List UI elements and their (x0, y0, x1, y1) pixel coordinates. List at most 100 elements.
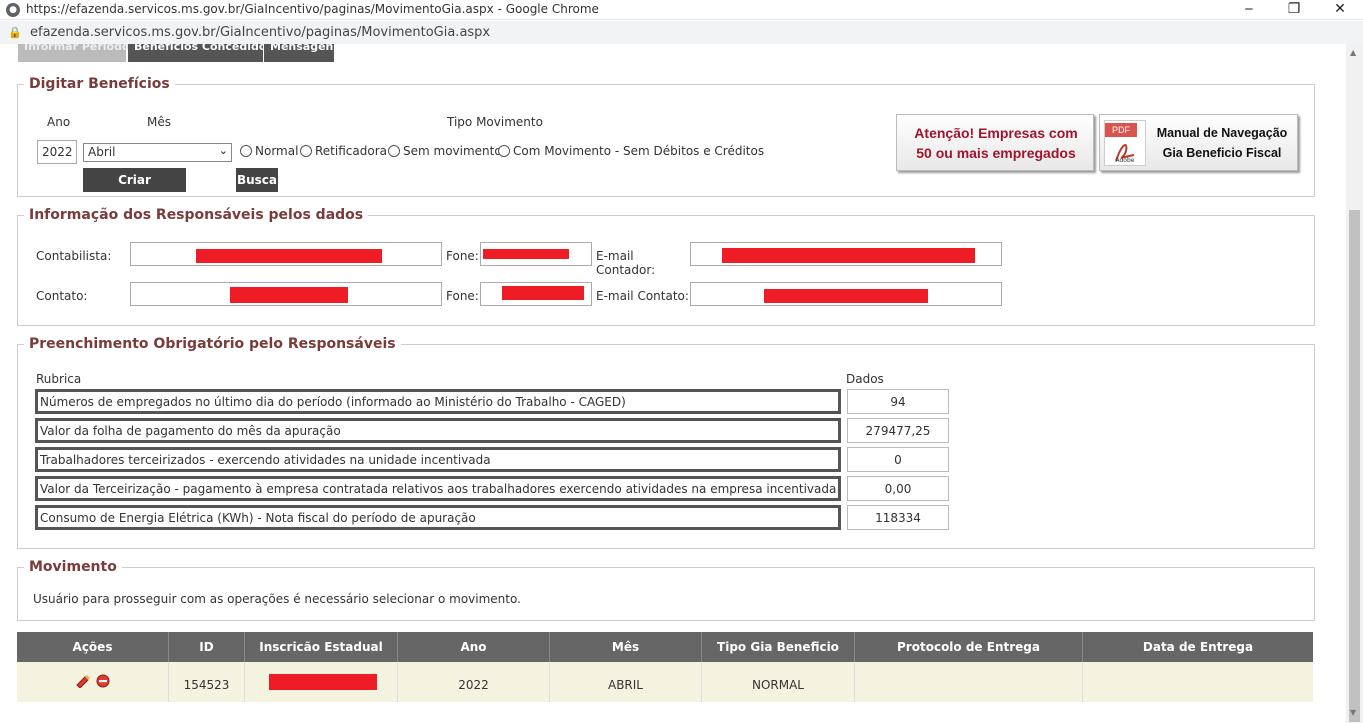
delete-circle-icon[interactable] (96, 674, 110, 688)
section-title: Digitar Benefícios (24, 76, 175, 92)
address-bar[interactable]: 🔒 efazenda.servicos.ms.gov.br/GiaIncenti… (0, 21, 1363, 44)
url-text[interactable]: efazenda.servicos.ms.gov.br/GiaIncentivo… (30, 25, 490, 40)
tab-informar-periodo[interactable]: Informar Período (18, 44, 130, 62)
fone-label: Fone: (446, 249, 479, 263)
contato-input[interactable] (130, 282, 442, 306)
radio-retificadora-label: Retificadora (315, 144, 387, 158)
tab-beneficios-concedidos[interactable]: Benefícios Concedidos (128, 44, 273, 62)
rubrica-row: Valor da folha de pagamento do mês da ap… (35, 418, 841, 443)
table-header: Ações ID Inscricão Estadual Ano Mês Tipo… (17, 632, 1313, 662)
column-header: Data de Entrega (1142, 640, 1254, 654)
movimento-message: Usuário para prosseguir com as operações… (33, 592, 521, 606)
scroll-down-icon[interactable]: ▼ (1350, 708, 1356, 717)
radio-circle-icon (240, 145, 252, 157)
dados-input[interactable]: 118334 (847, 505, 949, 530)
redacted-block (269, 674, 377, 690)
movimento-section: Movimento Usuário para prosseguir com as… (17, 559, 1315, 621)
contabilista-input[interactable] (130, 242, 442, 266)
tipo-cell: NORMAL (702, 662, 855, 702)
section-title: Preenchimento Obrigatório pelo Responsáv… (24, 336, 401, 352)
rubrica-row: Números de empregados no último dia do p… (35, 389, 841, 414)
fone-contato-label: Fone: (446, 289, 479, 303)
data-entrega-cell (1083, 662, 1313, 702)
preenchimento-section: Preenchimento Obrigatório pelo Responsáv… (17, 336, 1315, 549)
radio-normal-label: Normal (255, 144, 299, 158)
window-title: https://efazenda.servicos.ms.gov.br/GiaI… (26, 2, 599, 16)
tab-mensagens[interactable]: Mensagens (264, 44, 338, 62)
radio-sem-movimento[interactable]: Sem movimento (388, 144, 502, 158)
edit-pencil-icon[interactable] (75, 674, 91, 688)
rubrica-row: Valor da Terceirização - pagamento à emp… (35, 476, 841, 501)
email-contador-label-line1: E-mail (596, 249, 634, 263)
protocolo-cell (855, 662, 1083, 702)
column-header: Mês (550, 632, 702, 662)
rubrica-header: Rubrica (36, 372, 82, 386)
window-titlebar: ● https://efazenda.servicos.ms.gov.br/Gi… (0, 0, 1363, 20)
redacted-block (502, 286, 584, 300)
radio-circle-icon (300, 145, 312, 157)
column-header: Tipo Gia Beneficio (702, 632, 855, 662)
chrome-icon: ● (6, 3, 20, 17)
email-contato-label: E-mail Contato: (596, 289, 689, 303)
mes-select-value: Abril (88, 145, 116, 159)
fone-contato-input[interactable] (480, 282, 592, 306)
radio-com-movimento-label: Com Movimento - Sem Débitos e Créditos (513, 144, 765, 158)
radio-circle-icon (498, 145, 510, 157)
adobe-label: Adobe (1115, 157, 1135, 164)
mes-select[interactable]: Abril ⌄ (83, 143, 232, 162)
email-contato-input[interactable] (690, 282, 1002, 306)
redacted-block (764, 289, 928, 303)
scroll-up-icon[interactable]: ▲ (1350, 48, 1356, 57)
scrollbar-thumb[interactable] (1349, 210, 1360, 722)
atencao-banner[interactable]: Atenção! Empresas com 50 ou mais emprega… (896, 114, 1094, 171)
lock-icon: 🔒 (8, 26, 22, 39)
fone-contabilista-input[interactable] (480, 242, 592, 266)
criar-movimento-button[interactable]: Criar Movimento (83, 168, 186, 211)
minimize-button[interactable]: ‒ (1229, 0, 1269, 20)
ano-input[interactable]: 2022 (37, 140, 77, 164)
radio-com-movimento[interactable]: Com Movimento - Sem Débitos e Créditos (498, 144, 764, 158)
digitar-beneficios-section: Digitar Benefícios Ano Mês Tipo Moviment… (17, 76, 1315, 211)
column-header: Inscricão Estadual (245, 632, 398, 662)
email-contador-label: E-mail Contador: (596, 249, 655, 277)
busca-button[interactable]: Busca (236, 168, 278, 192)
dados-input[interactable]: 0,00 (847, 476, 949, 501)
inscricao-cell (245, 662, 398, 702)
ano-cell: 2022 (398, 662, 550, 702)
atencao-line-2: 50 ou mais empregados (916, 145, 1076, 161)
redacted-block (196, 249, 382, 263)
section-title: Informação dos Responsáveis pelos dados (24, 207, 369, 223)
id-cell: 154523 (169, 662, 245, 702)
manual-navegacao-banner[interactable]: PDF Adobe Manual de Navegação Gia Benefi… (1099, 114, 1298, 171)
dados-input[interactable]: 94 (847, 389, 949, 414)
ano-label: Ano (47, 115, 71, 129)
vertical-scrollbar[interactable]: ▲ ▼ (1346, 44, 1363, 723)
radio-retificadora[interactable]: Retificadora (300, 144, 387, 158)
manual-line-2: Gia Beneficio Fiscal (1162, 146, 1282, 160)
dados-input[interactable]: 0 (847, 447, 949, 472)
responsaveis-section: Informação dos Responsáveis pelos dados … (17, 207, 1315, 326)
rubrica-row: Consumo de Energia Elétrica (KWh) - Nota… (35, 505, 841, 530)
column-header: Ano (398, 632, 550, 662)
redacted-block (230, 287, 348, 303)
acoes-cell (17, 662, 169, 702)
mes-cell: ABRIL (550, 662, 702, 702)
tipo-movimento-label: Tipo Movimento (447, 115, 543, 129)
radio-normal[interactable]: Normal (240, 144, 298, 158)
restore-button[interactable]: ❐ (1274, 0, 1314, 20)
email-contador-input[interactable] (690, 242, 1002, 266)
dados-input[interactable]: 279477,25 (847, 418, 949, 443)
chevron-down-icon: ⌄ (218, 144, 228, 157)
radio-circle-icon (388, 145, 400, 157)
atencao-line-1: Atenção! Empresas com (914, 125, 1078, 141)
close-button[interactable]: ✕ (1320, 0, 1360, 20)
column-header: Ações (17, 632, 169, 662)
manual-line-1: Manual de Navegação (1156, 126, 1288, 140)
contabilista-label: Contabilista: (36, 249, 112, 263)
rubrica-row: Trabalhadores terceirizados - exercendo … (35, 447, 841, 472)
table-row[interactable]: 154523 2022 ABRIL NORMAL (17, 662, 1313, 702)
column-header: Protocolo de Entrega (855, 632, 1083, 662)
page-tabs: Informar Período Benefícios Concedidos M… (18, 44, 338, 64)
radio-sem-movimento-label: Sem movimento (403, 144, 502, 158)
mes-label: Mês (147, 115, 171, 129)
